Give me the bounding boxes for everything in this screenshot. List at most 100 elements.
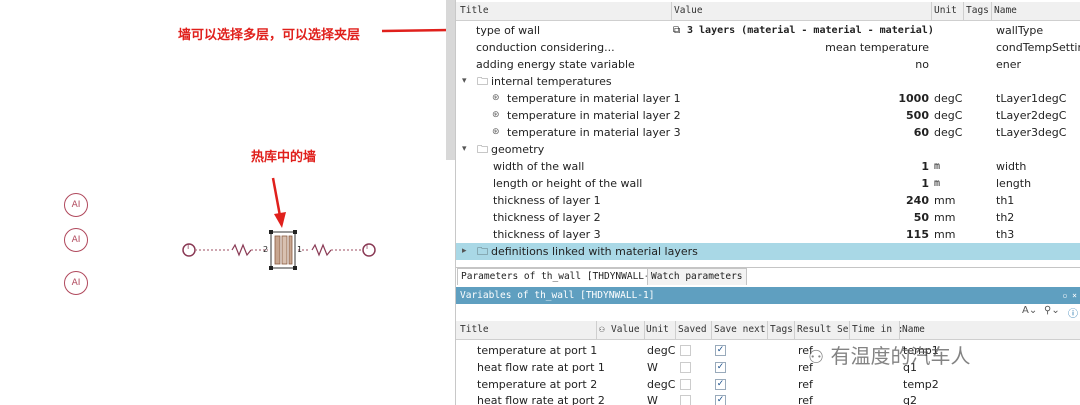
model-canvas[interactable]: 墙可以选择多层，可以选择夹层 热库中的墙 AI AI AI T I 2 1 xyxy=(0,0,460,405)
layers-icon: ⧉ xyxy=(673,25,681,36)
col-unit[interactable]: Unit xyxy=(646,324,669,335)
var-title: temperature at port 2 xyxy=(477,378,598,391)
param-value[interactable]: 3 layers (material - material - material… xyxy=(687,22,934,39)
help-icon[interactable]: ⓘ xyxy=(1068,305,1078,320)
col-result-set[interactable]: Result Se xyxy=(797,324,848,335)
param-row-width[interactable]: width of the wall 1 m width xyxy=(456,158,1080,175)
col-save-next[interactable]: Save next xyxy=(714,324,765,335)
param-title: length or height of the wall xyxy=(493,177,643,190)
save-next-checkbox[interactable]: ✓ xyxy=(715,395,726,405)
param-name: width xyxy=(996,160,1027,173)
var-title: temperature at port 1 xyxy=(477,344,598,357)
col-name[interactable]: Name xyxy=(994,5,1017,16)
variables-toolbar: A⌄ ⚲⌄ ⓘ xyxy=(1016,305,1080,320)
param-row-th1[interactable]: thickness of layer 1 240 mm th1 xyxy=(456,192,1080,209)
param-value[interactable]: 1 xyxy=(856,158,929,175)
saved-checkbox[interactable] xyxy=(680,379,691,390)
param-unit: m xyxy=(934,178,941,189)
ai-button-1[interactable]: AI xyxy=(64,193,88,217)
wechat-icon: ⚇ xyxy=(808,347,825,368)
parameter-icon: ⊛ xyxy=(492,110,500,120)
canvas-scrollbar[interactable] xyxy=(446,0,455,160)
saved-checkbox[interactable] xyxy=(680,395,691,405)
param-row-t1[interactable]: ⊛ temperature in material layer 1 1000 d… xyxy=(456,90,1080,107)
param-value[interactable]: 50 xyxy=(856,209,929,226)
port-right-label: I xyxy=(366,243,369,251)
param-value[interactable]: 1000 xyxy=(856,90,929,107)
folder-icon: 🗀 xyxy=(477,143,488,156)
param-title: temperature in material layer 3 xyxy=(507,126,681,139)
tab-watch-parameters[interactable]: Watch parameters xyxy=(647,268,747,285)
saved-checkbox[interactable] xyxy=(680,362,691,373)
save-next-checkbox[interactable]: ✓ xyxy=(715,362,726,373)
chevron-down-icon[interactable]: ▾ xyxy=(462,73,467,90)
param-title: adding energy state variable xyxy=(476,58,635,71)
param-unit: degC xyxy=(934,126,963,139)
var-result-set: ref xyxy=(798,394,813,405)
param-value[interactable]: 240 xyxy=(856,192,929,209)
chevron-right-icon[interactable]: ▸ xyxy=(462,243,467,260)
col-title[interactable]: Title xyxy=(460,324,489,335)
param-row-th3[interactable]: thickness of layer 3 115 mm th3 xyxy=(456,226,1080,243)
param-title: thickness of layer 1 xyxy=(493,194,601,207)
wall-layers-annotation: 墙可以选择多层，可以选择夹层 xyxy=(178,28,361,43)
col-saved[interactable]: Saved xyxy=(678,324,707,335)
param-name: tLayer3degC xyxy=(996,126,1067,139)
col-value[interactable]: Value xyxy=(611,324,640,335)
var-row-temp2[interactable]: temperature at port 2 degC ✓ ref temp2 xyxy=(456,376,1080,393)
font-size-icon[interactable]: A⌄ xyxy=(1022,305,1037,316)
group-geometry[interactable]: ▾ 🗀 geometry xyxy=(456,141,1080,158)
param-row-wall-type[interactable]: type of wall ⧉ 3 layers (material - mate… xyxy=(456,22,1080,39)
col-tags[interactable]: Tags xyxy=(966,5,989,16)
param-value[interactable]: mean temperature xyxy=(756,39,929,56)
chevron-down-icon[interactable]: ▾ xyxy=(462,141,467,158)
save-next-checkbox[interactable]: ✓ xyxy=(715,345,726,356)
param-unit: degC xyxy=(934,92,963,105)
down-arrow-icon xyxy=(271,177,286,228)
ai-button-3[interactable]: AI xyxy=(64,271,88,295)
param-value[interactable]: no xyxy=(856,56,929,73)
param-value[interactable]: 1 xyxy=(856,175,929,192)
param-row-t2[interactable]: ⊛ temperature in material layer 2 500 de… xyxy=(456,107,1080,124)
group-title: definitions linked with material layers xyxy=(491,245,698,258)
symbol-num-left: 2 xyxy=(263,245,269,254)
param-value[interactable]: 60 xyxy=(856,124,929,141)
param-row-conduction[interactable]: conduction considering... mean temperatu… xyxy=(456,39,1080,56)
ai-button-2[interactable]: AI xyxy=(64,228,88,252)
saved-checkbox[interactable] xyxy=(680,345,691,356)
group-material-definitions[interactable]: ▸ 🗀 definitions linked with material lay… xyxy=(456,243,1080,260)
param-unit: mm xyxy=(934,228,956,241)
var-row-temp1[interactable]: temperature at port 1 degC ✓ ref temp1 xyxy=(456,342,1080,359)
col-title[interactable]: Title xyxy=(460,5,489,16)
col-unit[interactable]: Unit xyxy=(934,5,957,16)
param-row-length[interactable]: length or height of the wall 1 m length xyxy=(456,175,1080,192)
filter-icon[interactable]: ⚲⌄ xyxy=(1044,305,1060,316)
watermark: ⚇ 有温度的汽车人 xyxy=(808,341,971,371)
window-controls-icon[interactable]: ▫ × xyxy=(1063,287,1077,304)
group-internal-temperatures[interactable]: ▾ 🗀 internal temperatures xyxy=(456,73,1080,90)
param-row-t3[interactable]: ⊛ temperature in material layer 3 60 deg… xyxy=(456,124,1080,141)
param-value[interactable]: 500 xyxy=(856,107,929,124)
var-row-q1[interactable]: heat flow rate at port 1 W ✓ ref q1 xyxy=(456,359,1080,376)
tab-parameters[interactable]: Parameters of th_wall [THDYNWALL-1] xyxy=(457,268,666,285)
col-time-in[interactable]: Time in : xyxy=(852,324,903,335)
param-unit: mm xyxy=(934,194,956,207)
col-value[interactable]: Value xyxy=(674,5,703,16)
param-name: th2 xyxy=(996,211,1015,224)
param-row-energy[interactable]: adding energy state variable no ener xyxy=(456,56,1080,73)
param-title: type of wall xyxy=(476,24,541,37)
variables-title-bar: Variables of th_wall [THDYNWALL-1] ▫ × xyxy=(456,287,1080,304)
group-title: geometry xyxy=(491,143,545,156)
thermal-wall-symbol[interactable] xyxy=(180,228,380,272)
param-name: th3 xyxy=(996,228,1015,241)
col-tags[interactable]: Tags xyxy=(770,324,793,335)
save-next-checkbox[interactable]: ✓ xyxy=(715,379,726,390)
folder-icon: 🗀 xyxy=(477,75,488,88)
param-name: ener xyxy=(996,58,1022,71)
param-title: temperature in material layer 1 xyxy=(507,92,681,105)
param-row-th2[interactable]: thickness of layer 2 50 mm th2 xyxy=(456,209,1080,226)
var-unit: W xyxy=(647,361,658,374)
param-value[interactable]: 115 xyxy=(856,226,929,243)
col-name[interactable]: Name xyxy=(902,324,925,335)
var-row-q2[interactable]: heat flow rate at port 2 W ✓ ref q2 xyxy=(456,392,1080,405)
